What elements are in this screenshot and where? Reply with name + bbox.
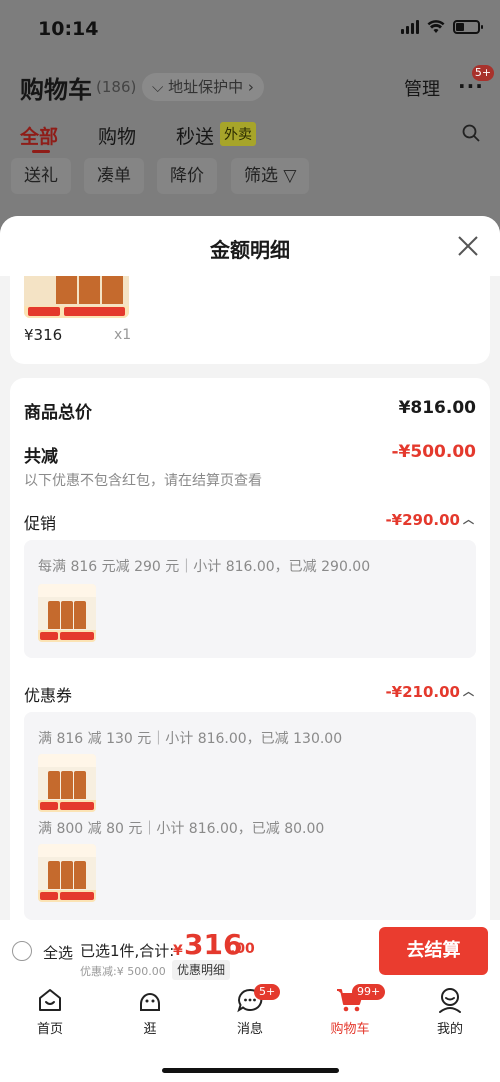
tab-cart[interactable]: 99+ 购物车 (310, 984, 390, 1046)
signal-icon (401, 20, 419, 34)
coupon-value: -¥210.00 (385, 683, 460, 701)
address-protect-button[interactable]: ⌵ 地址保护中 › (142, 73, 264, 101)
address-protect-label: 地址保护中 (168, 78, 244, 96)
face-icon (140, 993, 160, 1011)
select-all-radio[interactable] (12, 941, 32, 961)
select-all-label[interactable]: 全选 (43, 942, 73, 963)
total-price-label: 商品总价 (24, 403, 92, 423)
close-icon[interactable] (456, 234, 480, 258)
tab-profile-label: 我的 (436, 1022, 463, 1037)
product-image (24, 276, 129, 318)
filter-bundle[interactable]: 凑单 (84, 158, 144, 194)
reduce-label: 共减 (24, 447, 58, 467)
tab-browse[interactable]: 逛 (110, 986, 190, 1046)
cart-page-background: 购物车 (186) ⌵ 地址保护中 › 管理 ··· 5+ 全部 购物 秒送 外… (0, 60, 500, 220)
product-thumbnail (38, 584, 96, 642)
promo-toggle[interactable]: -¥290.00 ︿ (385, 511, 474, 529)
clock: 10:14 (38, 18, 99, 40)
total-price-value: ¥816.00 (398, 398, 476, 418)
tab-underline (32, 150, 50, 153)
tab-home[interactable]: 首页 (10, 986, 90, 1046)
coupon-label: 优惠券 (24, 686, 73, 705)
filter-label: 筛选 (244, 166, 278, 186)
profile-icon (439, 988, 461, 1013)
total-currency: ¥ (173, 943, 183, 959)
tab-all[interactable]: 全部 (20, 122, 58, 149)
price-breakdown-card: 商品总价 ¥816.00 共减 -¥500.00 以下优惠不包含红包，请在结算页… (10, 378, 490, 938)
sheet-header: 金额明细 (0, 216, 500, 276)
checkout-bar: 全选 已选1件,合计: ¥ 316 .00 优惠减:¥ 500.00 优惠明细 … (0, 920, 500, 982)
tab-messages-label: 消息 (236, 1022, 263, 1037)
filter-button[interactable]: 筛选 ▽ (231, 158, 310, 194)
promo-label: 促销 (24, 514, 57, 533)
sheet-title: 金额明细 (210, 238, 290, 262)
coupon-rule-1: 满 816 减 130 元｜小计 816.00，已减 130.00 (38, 731, 343, 747)
messages-badge: 5+ (254, 984, 281, 1000)
reduce-value: -¥500.00 (391, 442, 477, 462)
product-thumbnail (38, 754, 96, 812)
chevron-up-icon: ︿ (463, 685, 474, 698)
tab-browse-label: 逛 (143, 1022, 157, 1037)
funnel-icon: ▽ (283, 166, 297, 186)
status-icons (401, 20, 483, 34)
reduce-note: 以下优惠不包含红包，请在结算页查看 (24, 473, 262, 489)
more-badge: 5+ (472, 65, 494, 81)
bottom-tab-bar: 首页 逛 5+ 消息 99+ 购物车 我的 (0, 982, 500, 1082)
waimai-tag: 外卖 (220, 122, 256, 146)
tab-profile[interactable]: 我的 (410, 986, 490, 1046)
filter-price-drop[interactable]: 降价 (157, 158, 217, 194)
tab-miaosong[interactable]: 秒送 (176, 122, 214, 149)
product-thumbnail (38, 844, 96, 902)
coupon-rule-2: 满 800 减 80 元｜小计 816.00，已减 80.00 (38, 821, 325, 837)
selected-summary: 已选1件,合计: (80, 942, 175, 960)
tab-cart-label: 购物车 (330, 1022, 370, 1037)
filter-gift[interactable]: 送礼 (11, 158, 71, 194)
home-icon (39, 989, 61, 1011)
cart-badge: 99+ (352, 984, 386, 1000)
search-icon[interactable] (462, 124, 480, 142)
product-quantity: x1 (114, 327, 132, 343)
promo-value: -¥290.00 (385, 511, 460, 529)
tab-messages[interactable]: 5+ 消息 (210, 984, 290, 1046)
cart-count: (186) (96, 78, 137, 96)
chevron-up-icon: ︿ (463, 513, 474, 526)
tab-home-label: 首页 (36, 1022, 63, 1037)
checkout-button[interactable]: 去结算 (379, 927, 488, 975)
tab-shopping[interactable]: 购物 (98, 122, 136, 149)
total-decimals: .00 (230, 941, 255, 957)
product-price: ¥316 (24, 326, 63, 344)
discount-summary: 优惠减:¥ 500.00 (80, 965, 166, 978)
promo-rule: 每满 816 元减 290 元｜小计 816.00，已减 290.00 (38, 559, 371, 575)
status-bar: 10:14 (0, 0, 500, 60)
manage-button[interactable]: 管理 (404, 75, 440, 101)
coupon-toggle[interactable]: -¥210.00 ︿ (385, 683, 474, 701)
battery-icon (453, 20, 483, 34)
coupon-detail-box: 满 816 减 130 元｜小计 816.00，已减 130.00 满 800 … (24, 712, 476, 920)
promo-detail-box: 每满 816 元减 290 元｜小计 816.00，已减 290.00 (24, 540, 476, 658)
home-indicator (162, 1068, 339, 1073)
discount-detail-button[interactable]: 优惠明细 (172, 960, 231, 980)
wifi-icon (427, 20, 445, 33)
page-title: 购物车 (20, 76, 92, 104)
product-card: ¥316 x1 (10, 276, 490, 364)
